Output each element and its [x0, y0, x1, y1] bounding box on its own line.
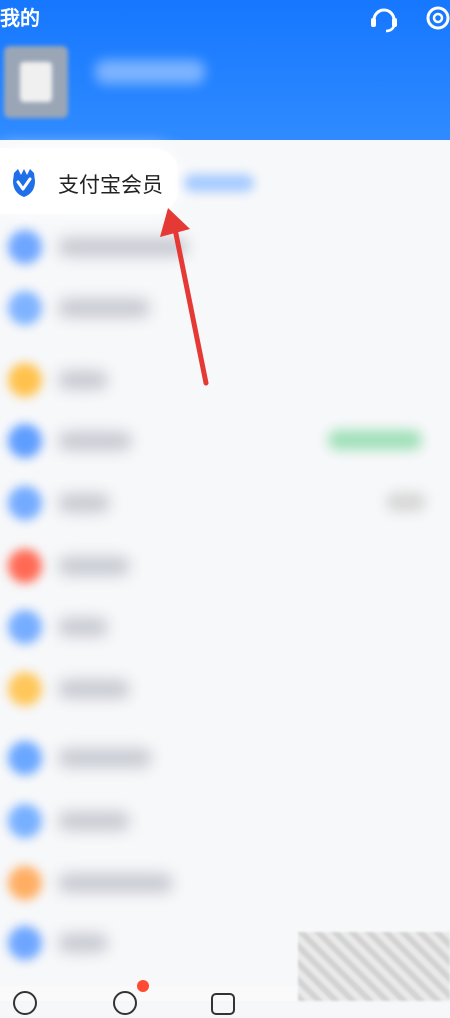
- member-extra-blurred: [184, 174, 254, 192]
- list-item-icon: [8, 741, 42, 775]
- list-item-text-blurred: [58, 370, 108, 390]
- list-item-text-blurred: [58, 873, 173, 893]
- list-item-text-blurred: [58, 431, 132, 451]
- member-badge-svg: [13, 169, 35, 197]
- username-blurred[interactable]: [95, 60, 205, 84]
- list-item-tag-blurred: [386, 492, 426, 512]
- customer-service-icon-svg: [371, 8, 397, 33]
- tab-wealth-icon[interactable]: [208, 988, 238, 1018]
- list-item-tag-blurred: [328, 430, 422, 450]
- list-item[interactable]: [0, 541, 450, 591]
- list-item-text-blurred: [58, 617, 108, 637]
- list-item[interactable]: [0, 733, 450, 783]
- list-item[interactable]: [0, 664, 450, 714]
- settings-icon-svg: [426, 6, 450, 30]
- list-item-text-blurred: [58, 811, 130, 831]
- list-item-text-blurred: [58, 679, 130, 699]
- tab-message-icon[interactable]: [110, 988, 140, 1018]
- list-item-text-blurred: [58, 556, 130, 576]
- list-item-text-blurred: [58, 493, 110, 513]
- list-item-icon: [8, 424, 42, 458]
- list-item-icon: [8, 363, 42, 397]
- member-badge-icon: [8, 167, 40, 199]
- list-item[interactable]: [0, 355, 450, 405]
- member-label[interactable]: 支付宝会员: [58, 169, 163, 199]
- watermark-mosaic: [298, 932, 450, 1001]
- list-item[interactable]: [0, 602, 450, 652]
- list-item-icon: [8, 291, 42, 325]
- list-item-text-blurred: [58, 748, 152, 768]
- list-item[interactable]: [0, 283, 450, 333]
- list-item-icon: [8, 610, 42, 644]
- settings-icon[interactable]: [420, 0, 450, 36]
- list-item-icon: [8, 866, 42, 900]
- list-item-text-blurred: [58, 298, 150, 318]
- avatar[interactable]: [4, 46, 68, 118]
- list-item-icon: [8, 926, 42, 960]
- list-item[interactable]: [0, 416, 450, 466]
- tab-home-icon[interactable]: [10, 988, 40, 1018]
- list-item-icon: [8, 804, 42, 838]
- list-item[interactable]: [0, 222, 450, 272]
- notification-badge: [137, 980, 149, 992]
- list-item-text-blurred: [58, 933, 108, 953]
- list-item-text-blurred: [58, 237, 188, 257]
- list-item-icon: [8, 230, 42, 264]
- page-title: 我的: [0, 6, 40, 30]
- list-item[interactable]: [0, 796, 450, 846]
- list-item-icon: [8, 549, 42, 583]
- list-item-icon: [8, 672, 42, 706]
- list-item-icon: [8, 486, 42, 520]
- list-item[interactable]: [0, 478, 450, 528]
- list-item[interactable]: [0, 858, 450, 908]
- customer-service-icon[interactable]: [366, 0, 402, 36]
